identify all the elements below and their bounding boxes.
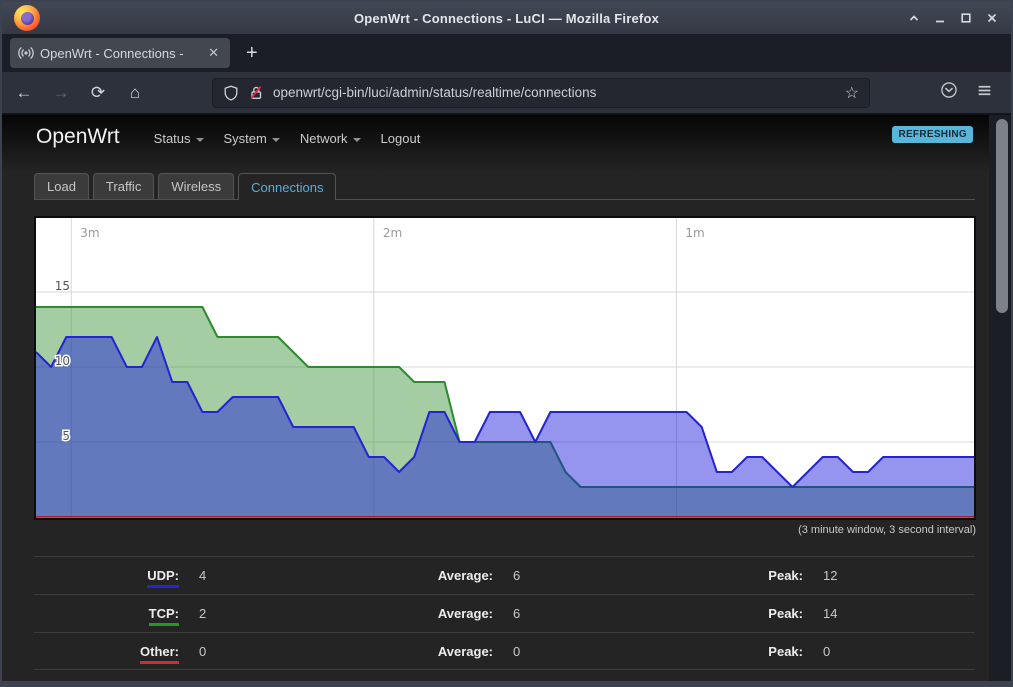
svg-text:3m: 3m [80, 226, 99, 240]
table-row-tcp: TCP: 2 Average: 6 Peak: 14 [34, 594, 975, 632]
tcp-peak-value: 14 [803, 606, 975, 621]
titlebar: OpenWrt - Connections - LuCI — Mozilla F… [2, 2, 1011, 34]
udp-peak-label: Peak: [733, 568, 803, 583]
tab-connections[interactable]: Connections [238, 173, 336, 200]
tcp-average-value: 6 [493, 606, 733, 621]
browser-tab[interactable]: OpenWrt - Connections - ✕ [10, 38, 230, 68]
back-icon[interactable]: ← [9, 83, 39, 103]
close-window-icon[interactable] [983, 9, 1001, 27]
new-tab-button[interactable]: + [246, 43, 258, 63]
reload-icon[interactable]: ⟳ [83, 83, 113, 103]
tab-traffic[interactable]: Traffic [93, 173, 154, 199]
shade-window-icon[interactable] [905, 9, 923, 27]
other-peak-label: Peak: [733, 644, 803, 659]
page-viewport: OpenWrt Status System Network Logout REF… [2, 114, 1011, 681]
tcp-peak-label: Peak: [733, 606, 803, 621]
udp-average-label: Average: [379, 568, 493, 583]
other-average-value: 0 [493, 644, 733, 659]
tab-favicon-icon [18, 45, 34, 61]
page-scrollbar[interactable] [989, 115, 1011, 681]
menu-status[interactable]: Status [154, 131, 204, 146]
maximize-window-icon[interactable] [957, 9, 975, 27]
other-value: 0 [179, 644, 379, 659]
tab-load[interactable]: Load [34, 173, 89, 199]
scrollbar-thumb[interactable] [996, 119, 1008, 313]
openwrt-brand: OpenWrt [36, 124, 120, 150]
svg-text:2m: 2m [383, 226, 402, 240]
tab-wireless[interactable]: Wireless [158, 173, 234, 199]
table-row-other: Other: 0 Average: 0 Peak: 0 [34, 632, 975, 670]
svg-text:10: 10 [55, 354, 70, 368]
window-controls [905, 9, 1001, 27]
refreshing-badge: REFRESHING [892, 126, 973, 143]
chevron-down-icon [272, 138, 280, 142]
tracking-shield-icon[interactable] [223, 85, 239, 101]
navigation-toolbar: ← → ⟳ ⌂ openwrt/cgi-bin/luci/admin/statu… [2, 72, 1011, 114]
tab-title: OpenWrt - Connections - [40, 46, 205, 61]
svg-text:15: 15 [55, 279, 70, 293]
chevron-down-icon [353, 138, 361, 142]
toolbar-right [940, 81, 993, 104]
menu-network[interactable]: Network [300, 131, 361, 146]
url-text[interactable]: openwrt/cgi-bin/luci/admin/status/realti… [273, 85, 837, 100]
tcp-label: TCP: [34, 606, 179, 621]
luci-header: OpenWrt Status System Network Logout [2, 115, 1011, 173]
firefox-window: OpenWrt - Connections - LuCI — Mozilla F… [0, 0, 1013, 687]
bookmark-star-icon[interactable]: ☆ [845, 83, 859, 103]
tab-bar: OpenWrt - Connections - ✕ + [2, 34, 1011, 72]
menu-system[interactable]: System [224, 131, 280, 146]
chevron-down-icon [196, 138, 204, 142]
minimize-window-icon[interactable] [931, 9, 949, 27]
pocket-icon[interactable] [940, 81, 958, 104]
url-bar[interactable]: openwrt/cgi-bin/luci/admin/status/realti… [212, 78, 870, 108]
window-title: OpenWrt - Connections - LuCI — Mozilla F… [2, 11, 1011, 26]
udp-peak-value: 12 [803, 568, 975, 583]
home-icon[interactable]: ⌂ [120, 83, 150, 103]
connections-chart-frame: 15 10 5 3m 2m 1m [34, 216, 976, 520]
hamburger-menu-icon[interactable] [976, 82, 993, 104]
connections-table: UDP: 4 Average: 6 Peak: 12 TCP: 2 Averag… [34, 556, 975, 670]
udp-value: 4 [179, 568, 379, 583]
other-label: Other: [34, 644, 179, 659]
other-average-label: Average: [379, 644, 493, 659]
other-peak-value: 0 [803, 644, 975, 659]
udp-average-value: 6 [493, 568, 733, 583]
tab-close-icon[interactable]: ✕ [205, 45, 222, 61]
forward-icon[interactable]: → [46, 83, 76, 103]
tcp-average-label: Average: [379, 606, 493, 621]
firefox-logo-icon [14, 5, 40, 31]
table-row-udp: UDP: 4 Average: 6 Peak: 12 [34, 556, 975, 594]
svg-text:1m: 1m [685, 226, 704, 240]
svg-text:5: 5 [62, 429, 70, 443]
connections-graph: 15 10 5 3m 2m 1m [36, 218, 974, 518]
menu-logout[interactable]: Logout [381, 131, 421, 146]
insecure-lock-icon[interactable] [248, 85, 264, 101]
udp-label: UDP: [34, 568, 179, 583]
tcp-value: 2 [179, 606, 379, 621]
chart-caption: (3 minute window, 3 second interval) [34, 524, 976, 536]
graph-tabs: Load Traffic Wireless Connections [34, 173, 975, 200]
